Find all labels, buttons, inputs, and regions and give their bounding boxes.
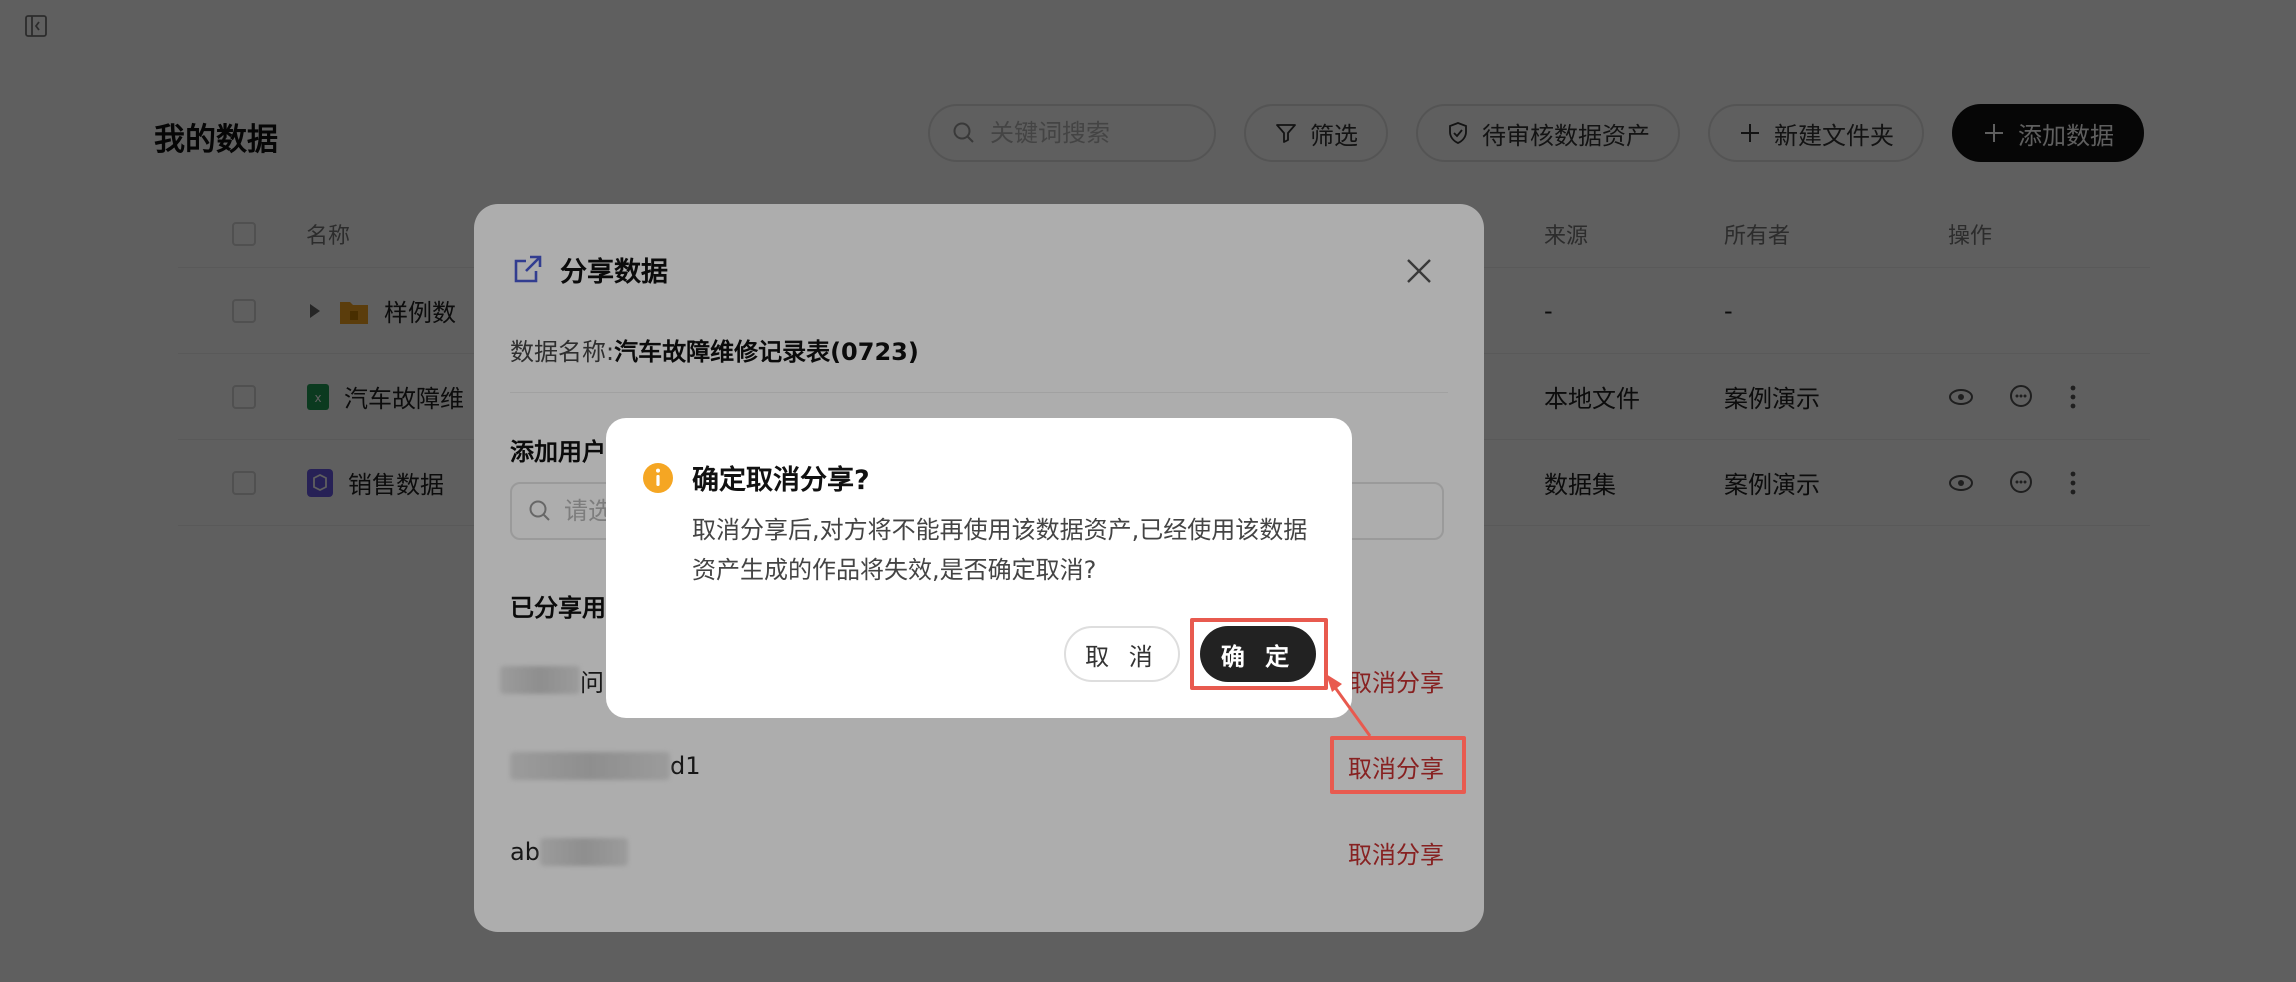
confirm-dialog-title: 确定取消分享? — [692, 465, 870, 496]
confirm-dialog-header: 确定取消分享? — [642, 458, 870, 497]
highlight-revoke-link — [1330, 736, 1466, 794]
annotation-arrow-icon — [1326, 674, 1372, 737]
cancel-button[interactable]: 取 消 — [1064, 626, 1180, 682]
warning-info-icon — [643, 462, 673, 493]
confirm-dialog-message: 取消分享后,对方将不能再使用该数据资产,已经使用该数据资产生成的作品将失效,是否… — [692, 516, 1308, 584]
highlight-confirm-button — [1190, 618, 1328, 690]
